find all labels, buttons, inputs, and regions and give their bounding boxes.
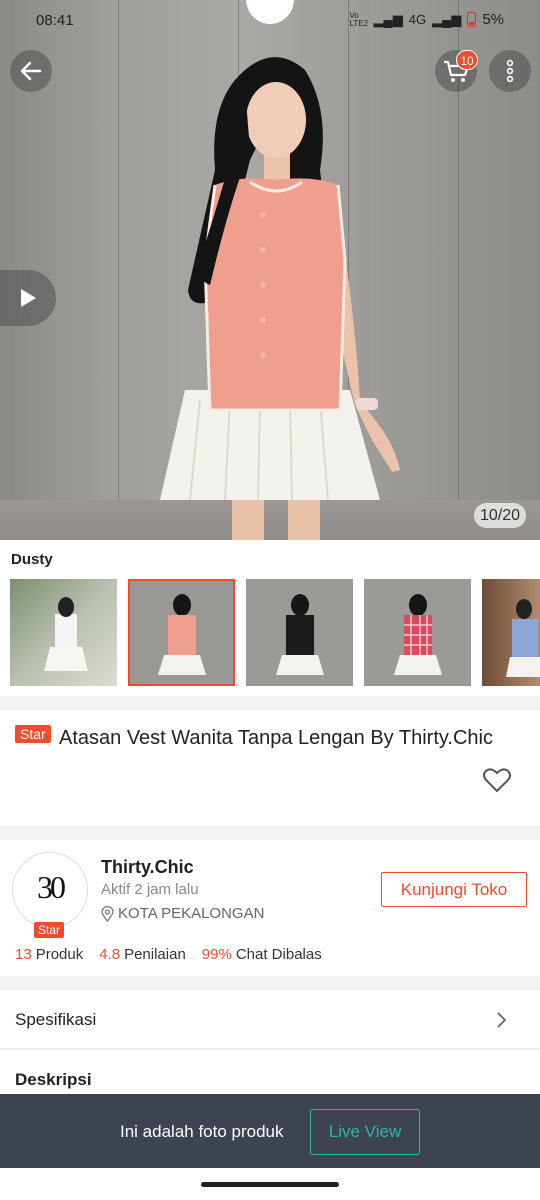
- arrow-left-icon: [20, 61, 42, 81]
- location-pin-icon: [101, 905, 114, 922]
- shop-star-badge: Star: [34, 922, 65, 938]
- variant-thumb-white[interactable]: [10, 579, 117, 686]
- favorite-button[interactable]: [482, 766, 512, 799]
- more-button[interactable]: [489, 50, 531, 92]
- product-title: Atasan Vest Wanita Tanpa Lengan By Thirt…: [59, 727, 493, 749]
- image-counter: 10/20: [474, 503, 526, 528]
- live-view-button[interactable]: Live View: [310, 1109, 420, 1155]
- stat-products: 13 Produk: [15, 946, 84, 963]
- back-button[interactable]: [10, 50, 52, 92]
- shop-stats: 13 Produk 4.8 Penilaian 99% Chat Dibalas: [15, 946, 322, 963]
- variant-thumb-red-plaid[interactable]: [364, 579, 471, 686]
- stat-chat-reply: 99% Chat Dibalas: [201, 946, 322, 963]
- signal-icon-2: ▂▄▆: [432, 11, 462, 27]
- cart-count-badge: 10: [456, 50, 478, 70]
- shop-active-status: Aktif 2 jam lalu: [101, 881, 199, 898]
- more-vertical-icon: [506, 59, 514, 83]
- spec-label: Spesifikasi: [15, 1010, 97, 1029]
- shop-name: Thirty.Chic: [101, 857, 194, 877]
- signal-icon: ▂▄▆: [373, 11, 403, 27]
- battery-percent: 5%: [482, 11, 504, 28]
- chevron-right-icon: [497, 1012, 507, 1028]
- banner-message: Ini adalah foto produk: [120, 1122, 284, 1141]
- variant-thumb-black[interactable]: [246, 579, 353, 686]
- live-view-banner: Ini adalah foto produk Live View: [0, 1094, 540, 1168]
- variant-label: Dusty: [11, 551, 53, 568]
- shop-location: KOTA PEKALONGAN: [101, 905, 264, 922]
- star-badge: Star: [15, 725, 51, 743]
- variant-thumb-blue[interactable]: [482, 579, 540, 686]
- play-video-button[interactable]: [0, 270, 56, 326]
- shop-card: 30 Star Thirty.Chic Aktif 2 jam lalu KOT…: [0, 840, 540, 976]
- home-indicator[interactable]: [201, 1182, 339, 1187]
- product-title-card: Star Atasan Vest Wanita Tanpa Lengan By …: [0, 710, 540, 826]
- specification-row[interactable]: Spesifikasi: [0, 990, 540, 1049]
- volte-icon: Vo LTE2: [349, 10, 369, 28]
- stat-rating: 4.8 Penilaian: [99, 946, 186, 963]
- play-icon: [21, 289, 36, 307]
- visit-shop-button[interactable]: Kunjungi Toko: [381, 872, 527, 907]
- network-type: 4G: [408, 12, 427, 27]
- variant-selector: Dusty: [0, 540, 540, 696]
- system-nav-bar: [0, 1168, 540, 1200]
- shop-logo[interactable]: 30 Star: [12, 852, 88, 938]
- battery-icon: [467, 12, 477, 27]
- variant-thumb-dusty[interactable]: [128, 579, 235, 686]
- desc-label: Deskripsi: [15, 1070, 92, 1089]
- clock: 08:41: [36, 12, 74, 29]
- heart-icon: [483, 768, 511, 793]
